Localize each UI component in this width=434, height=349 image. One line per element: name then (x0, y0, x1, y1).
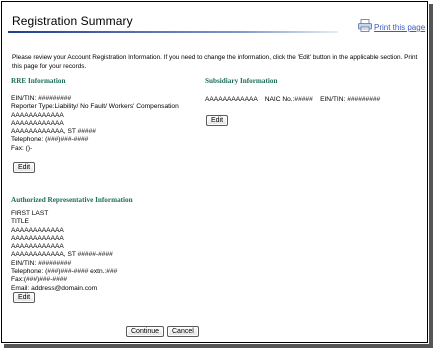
rep-ein: EIN/TIN: ######### (11, 259, 72, 267)
intro-text: Please review your Account Registration … (12, 54, 418, 70)
authorized-representative-details: FIRST LAST TITLE AAAAAAAAAAAA AAAAAAAAAA… (11, 210, 117, 293)
authorized-edit-button[interactable]: Edit (13, 292, 36, 303)
title-divider (8, 31, 338, 33)
rep-line-2: AAAAAAAAAAAA (11, 234, 64, 242)
subsidiary-information-heading: Subsidiary Information (205, 77, 278, 85)
authorized-representative-heading: Authorized Representative Information (11, 196, 133, 204)
subsidiary-details: AAAAAAAAAAAA NAIC No.:##### EIN/TIN: ###… (205, 96, 381, 103)
rre-information-heading: RRE Information (11, 77, 66, 85)
rre-telephone: Telephone: (###)###-#### (11, 136, 89, 144)
rep-title: TITLE (11, 218, 29, 226)
rre-city-state: AAAAAAAAAAAA, ST ##### (11, 128, 96, 136)
panel-shadow-right (429, 4, 433, 347)
subsidiary-edit-button[interactable]: Edit (206, 115, 229, 126)
rre-fax: Fax: ()- (11, 144, 33, 152)
rre-edit-button[interactable]: Edit (13, 162, 36, 173)
continue-button[interactable]: Continue (126, 326, 165, 337)
print-page-label[interactable]: Print this page (374, 23, 425, 32)
rre-ein: EIN/TIN: ######### (11, 95, 72, 102)
rre-reporter-type: Reporter Type:Liability/ No Fault/ Worke… (11, 103, 179, 111)
cancel-button[interactable]: Cancel (167, 326, 199, 337)
rep-line-3: AAAAAAAAAAAA (11, 243, 64, 251)
panel-shadow-bottom (4, 344, 433, 348)
rre-name-line-2: AAAAAAAAAAAA (11, 119, 64, 127)
print-page-link[interactable]: Print this page (358, 19, 425, 32)
rep-city-state: AAAAAAAAAAAA, ST #####-#### (11, 251, 113, 259)
page-title: Registration Summary (12, 14, 133, 28)
printer-icon (358, 19, 372, 32)
rre-name-line-1: AAAAAAAAAAAA (11, 111, 64, 119)
rep-line-1: AAAAAAAAAAAA (11, 226, 64, 234)
registration-summary-panel: Registration Summary Print this page Ple… (1, 1, 428, 343)
rep-fax: Fax:(###)###-#### (11, 276, 68, 284)
rre-information-details: EIN/TIN: ######### Reporter Type:Liabili… (11, 95, 179, 153)
rep-name: FIRST LAST (11, 210, 49, 217)
rep-telephone: Telephone: (###)###-#### extn.:### (11, 268, 118, 276)
